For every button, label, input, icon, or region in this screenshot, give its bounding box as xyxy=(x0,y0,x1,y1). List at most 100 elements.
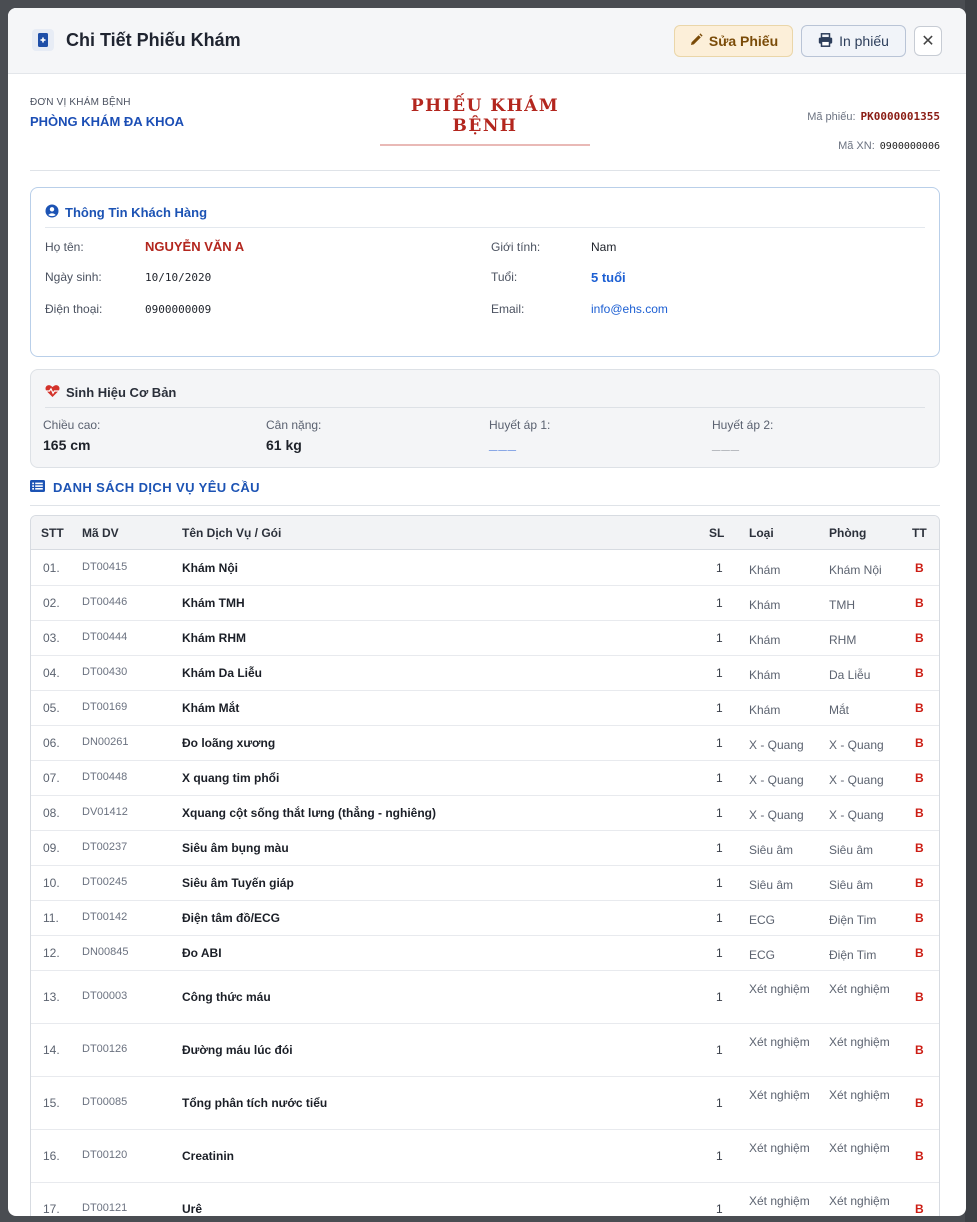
row-ma-dv: DT00444 xyxy=(82,630,128,643)
row-ma-dv: DV01412 xyxy=(82,805,128,818)
row-room: Mắt xyxy=(829,702,850,717)
dob-label: Ngày sinh: xyxy=(45,270,102,284)
row-service-name: Siêu âm bụng màu xyxy=(182,840,289,855)
row-service-name: Đo loãng xương xyxy=(182,735,276,750)
row-quantity: 1 xyxy=(716,700,723,715)
row-ma-dv: DT00245 xyxy=(82,875,128,888)
row-service-name: Khám TMH xyxy=(182,595,245,610)
table-row: 05. DT00169 Khám Mắt 1 Khám Mắt B xyxy=(31,691,939,726)
height-value: 165 cm xyxy=(43,437,91,453)
table-row: 17. DT00121 Urê 1 Xét nghiệm Xét nghiệm B xyxy=(31,1183,939,1216)
row-room: Siêu âm xyxy=(829,842,874,857)
email-link[interactable]: info@ehs.com xyxy=(591,302,668,316)
row-ma-dv: DT00126 xyxy=(82,1042,128,1055)
row-quantity: 1 xyxy=(716,1095,723,1110)
row-service-name: Đo ABI xyxy=(182,945,222,960)
heart-pulse-icon xyxy=(45,384,60,401)
col-ma-dv: Mã DV xyxy=(82,526,119,540)
row-quantity: 1 xyxy=(716,875,723,890)
row-stt: 15. xyxy=(43,1095,60,1110)
customer-info-heading: Thông Tin Khách Hàng xyxy=(45,204,207,221)
row-type: ECG xyxy=(749,912,776,927)
dob-value: 10/10/2020 xyxy=(145,271,212,284)
row-quantity: 1 xyxy=(716,630,723,645)
table-header: STT Mã DV Tên Dịch Vụ / Gói SL Loại Phòn… xyxy=(31,516,939,550)
customer-info-card: Thông Tin Khách Hàng Họ tên: NGUYỄN VĂN … xyxy=(30,187,940,357)
weight-value: 61 kg xyxy=(266,437,302,453)
table-row: 12. DN00845 Đo ABI 1 ECG Điện Tim B xyxy=(31,936,939,971)
row-stt: 01. xyxy=(43,560,60,575)
ma-phieu-label: Mã phiếu: xyxy=(807,111,856,123)
row-status: B xyxy=(915,665,924,680)
col-ten-dv: Tên Dịch Vụ / Gói xyxy=(182,526,282,540)
row-ma-dv: DT00003 xyxy=(82,989,128,1002)
list-icon xyxy=(30,480,45,495)
close-icon: ✕ xyxy=(921,33,935,50)
table-row: 10. DT00245 Siêu âm Tuyến giáp 1 Siêu âm Siêu… xyxy=(31,866,939,901)
row-ma-dv: DT00121 xyxy=(82,1201,128,1214)
row-stt: 08. xyxy=(43,805,60,820)
row-type: X - Quang xyxy=(749,807,804,822)
row-status: B xyxy=(915,840,924,855)
row-status: B xyxy=(915,1148,924,1163)
header-divider xyxy=(30,170,940,171)
close-button[interactable]: ✕ xyxy=(914,26,942,56)
row-quantity: 1 xyxy=(716,1042,723,1057)
row-status: B xyxy=(915,805,924,820)
row-stt: 16. xyxy=(43,1148,60,1163)
row-type: Khám xyxy=(749,702,781,717)
row-ma-dv: DT00169 xyxy=(82,700,128,713)
table-row: 07. DT00448 X quang tim phổi 1 X - Quang X - … xyxy=(31,761,939,796)
row-service-name: Khám RHM xyxy=(182,630,247,645)
phone-label: Điện thoại: xyxy=(45,302,103,316)
vitals-title: Sinh Hiệu Cơ Bản xyxy=(66,385,177,400)
row-type: Xét nghiệm xyxy=(749,1034,810,1049)
row-stt: 06. xyxy=(43,735,60,750)
col-stt: STT xyxy=(41,526,64,540)
row-service-name: Khám Mắt xyxy=(182,700,240,715)
col-loai: Loại xyxy=(749,526,774,540)
row-room: X - Quang xyxy=(829,807,884,822)
ma-phieu-value: PK0000001355 xyxy=(860,110,940,123)
table-row: 09. DT00237 Siêu âm bụng màu 1 Siêu âm Siêu â… xyxy=(31,831,939,866)
vitals-card: Sinh Hiệu Cơ Bản Chiều cao: 165 cm Cân n… xyxy=(30,369,940,468)
row-service-name: Điện tâm đồ/ECG xyxy=(182,910,281,925)
row-ma-dv: DT00448 xyxy=(82,770,128,783)
row-quantity: 1 xyxy=(716,665,723,680)
row-stt: 14. xyxy=(43,1042,60,1057)
row-ma-dv: DT00415 xyxy=(82,560,128,573)
row-service-name: Tổng phân tích nước tiểu xyxy=(182,1095,328,1110)
gender-value: Nam xyxy=(591,240,617,254)
row-stt: 05. xyxy=(43,700,60,715)
row-type: Siêu âm xyxy=(749,842,794,857)
age-label: Tuổi: xyxy=(491,270,518,284)
row-status: B xyxy=(915,560,924,575)
services-title: DANH SÁCH DỊCH VỤ YÊU CẦU xyxy=(53,480,260,495)
row-room: Xét nghiệm xyxy=(829,1193,890,1208)
print-button[interactable]: In phiếu xyxy=(801,25,906,57)
row-status: B xyxy=(915,595,924,610)
patient-name: NGUYỄN VĂN A xyxy=(145,239,245,254)
table-row: 15. DT00085 Tổng phân tích nước tiểu 1 Xét n… xyxy=(31,1077,939,1130)
row-room: TMH xyxy=(829,597,855,612)
edit-button[interactable]: Sửa Phiếu xyxy=(674,25,793,57)
ma-phieu-row: Mã phiếu: PK0000001355 xyxy=(807,110,940,123)
services-table: STT Mã DV Tên Dịch Vụ / Gói SL Loại Phòn… xyxy=(30,515,940,1216)
backdrop xyxy=(965,0,977,1222)
row-service-name: Khám Da Liễu xyxy=(182,665,263,680)
row-quantity: 1 xyxy=(716,1201,723,1216)
table-row: 06. DN00261 Đo loãng xương 1 X - Quang X - Qu… xyxy=(31,726,939,761)
row-status: B xyxy=(915,770,924,785)
row-room: Xét nghiệm xyxy=(829,981,890,996)
pencil-icon xyxy=(689,32,703,50)
row-ma-dv: DT00237 xyxy=(82,840,128,853)
table-row: 14. DT00126 Đường máu lúc đói 1 Xét nghiệm Xé… xyxy=(31,1024,939,1077)
row-status: B xyxy=(915,630,924,645)
table-row: 11. DT00142 Điện tâm đồ/ECG 1 ECG Điện Tim B xyxy=(31,901,939,936)
age-value: 5 tuổi xyxy=(591,270,626,285)
row-type: Xét nghiệm xyxy=(749,981,810,996)
row-room: Điện Tim xyxy=(829,947,877,962)
row-stt: 03. xyxy=(43,630,60,645)
exam-detail-modal: Chi Tiết Phiếu Khám Sửa Phiếu In phiếu ✕… xyxy=(8,8,966,1216)
row-quantity: 1 xyxy=(716,1148,723,1163)
